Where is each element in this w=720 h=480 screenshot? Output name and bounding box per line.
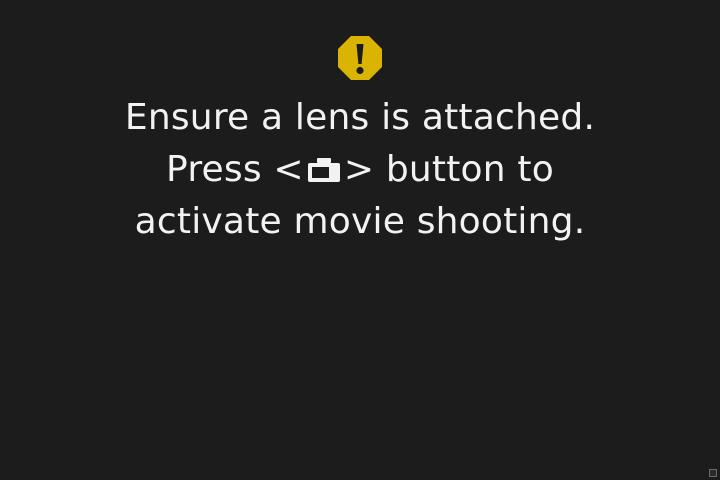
message-line-2-start: Press < [166, 149, 304, 190]
message-line-2: Press < > button to [0, 144, 720, 196]
camera-screen: Ensure a lens is attached. Press < > but… [0, 0, 720, 480]
camera-button-icon [307, 158, 340, 182]
message-line-1: Ensure a lens is attached. [124, 97, 596, 138]
warning-octagon-icon [338, 36, 382, 80]
warning-message: Ensure a lens is attached. Press < > but… [0, 92, 720, 248]
corner-indicator [709, 469, 717, 477]
message-line-2-end: > button to [343, 149, 554, 190]
message-line-3: activate movie shooting. [134, 201, 586, 242]
